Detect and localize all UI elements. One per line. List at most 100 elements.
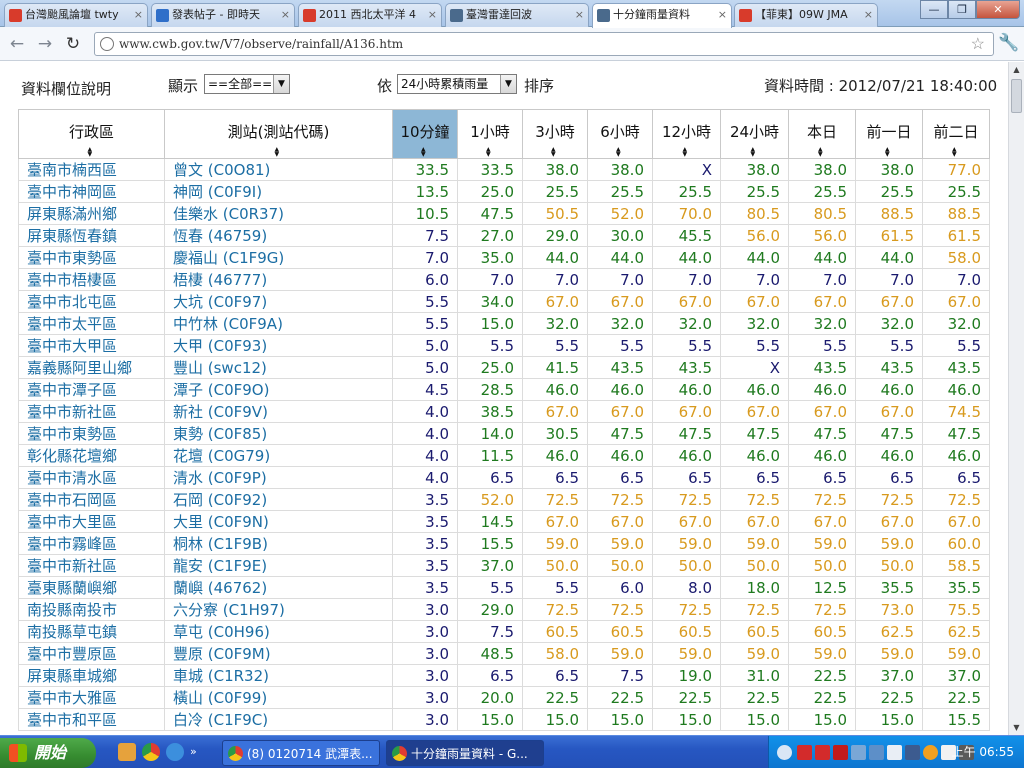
browser-tab[interactable]: 【菲東】09W JMA ×: [734, 3, 878, 27]
browser-tab[interactable]: 十分鐘雨量資料 ×: [592, 3, 732, 28]
district-cell[interactable]: 屏東縣滿州鄉: [18, 202, 165, 225]
district-cell[interactable]: 臺中市梧棲區: [18, 268, 165, 291]
sort-arrows-icon[interactable]: ▲ ▼: [421, 147, 426, 158]
minimize-button[interactable]: —: [920, 0, 948, 19]
station-cell[interactable]: 石岡 (C0F92): [164, 488, 393, 511]
taskbar-button[interactable]: 十分鐘雨量資料 - G...: [386, 740, 544, 766]
station-cell[interactable]: 豐山 (swc12): [164, 356, 393, 379]
district-cell[interactable]: 臺中市潭子區: [18, 378, 165, 401]
station-cell[interactable]: 白冷 (C1F9C): [164, 708, 393, 731]
ati-icon[interactable]: [815, 745, 830, 760]
column-header[interactable]: 6小時 ▲ ▼: [587, 109, 653, 159]
station-cell[interactable]: 車城 (C1R32): [164, 664, 393, 687]
district-cell[interactable]: 屏東縣車城鄉: [18, 664, 165, 687]
station-cell[interactable]: 佳樂水 (C0R37): [164, 202, 393, 225]
tab-close-icon[interactable]: ×: [428, 4, 437, 26]
start-button[interactable]: 開始: [0, 738, 96, 768]
station-cell[interactable]: 梧棲 (46777): [164, 268, 393, 291]
district-cell[interactable]: 嘉義縣阿里山鄉: [18, 356, 165, 379]
scroll-thumb[interactable]: [1011, 79, 1022, 113]
station-cell[interactable]: 大坑 (C0F97): [164, 290, 393, 313]
reload-button[interactable]: ↻: [62, 33, 84, 55]
forward-button[interactable]: →: [34, 33, 56, 55]
station-cell[interactable]: 桐林 (C1F9B): [164, 532, 393, 555]
station-cell[interactable]: 六分寮 (C1H97): [164, 598, 393, 621]
station-cell[interactable]: 大甲 (C0F93): [164, 334, 393, 357]
vertical-scrollbar[interactable]: ▲ ▼: [1008, 62, 1024, 735]
sort-select[interactable]: 24小時累積雨量 ▼: [397, 74, 517, 94]
column-header[interactable]: 行政區 ▲ ▼: [18, 109, 165, 159]
sort-arrows-icon[interactable]: ▲ ▼: [683, 147, 688, 158]
tray-expand-icon[interactable]: [777, 745, 792, 760]
station-cell[interactable]: 大里 (C0F9N): [164, 510, 393, 533]
district-cell[interactable]: 臺中市清水區: [18, 466, 165, 489]
quicklaunch-chrome-icon[interactable]: [142, 743, 160, 761]
station-cell[interactable]: 橫山 (C0F99): [164, 686, 393, 709]
district-cell[interactable]: 臺中市東勢區: [18, 246, 165, 269]
column-header[interactable]: 前一日 ▲ ▼: [855, 109, 923, 159]
sort-arrows-icon[interactable]: ▲ ▼: [885, 147, 890, 158]
district-cell[interactable]: 臺中市大雅區: [18, 686, 165, 709]
district-cell[interactable]: 臺中市石岡區: [18, 488, 165, 511]
sort-arrows-icon[interactable]: ▲ ▼: [818, 147, 823, 158]
sort-arrows-icon[interactable]: ▲ ▼: [275, 147, 280, 158]
scroll-down-icon[interactable]: ▼: [1009, 720, 1024, 735]
network-icon[interactable]: [851, 745, 866, 760]
district-cell[interactable]: 臺中市太平區: [18, 312, 165, 335]
security-icon[interactable]: [869, 745, 884, 760]
station-cell[interactable]: 新社 (C0F9V): [164, 400, 393, 423]
field-legend-link[interactable]: 資料欄位說明: [21, 78, 111, 99]
sort-arrows-icon[interactable]: ▲ ▼: [616, 147, 621, 158]
bookmark-star-icon[interactable]: ☆: [971, 33, 985, 55]
column-header[interactable]: 測站(測站代碼) ▲ ▼: [164, 109, 393, 159]
district-cell[interactable]: 臺中市北屯區: [18, 290, 165, 313]
district-cell[interactable]: 彰化縣花壇鄉: [18, 444, 165, 467]
browser-tab[interactable]: 臺灣雷達回波 ×: [445, 3, 589, 27]
district-cell[interactable]: 臺東縣蘭嶼鄉: [18, 576, 165, 599]
district-cell[interactable]: 臺中市豐原區: [18, 642, 165, 665]
station-cell[interactable]: 曾文 (C0O81): [164, 158, 393, 181]
station-cell[interactable]: 清水 (C0F9P): [164, 466, 393, 489]
station-cell[interactable]: 神岡 (C0F9I): [164, 180, 393, 203]
station-cell[interactable]: 中竹林 (C0F9A): [164, 312, 393, 335]
column-header[interactable]: 1小時 ▲ ▼: [457, 109, 523, 159]
district-cell[interactable]: 臺中市東勢區: [18, 422, 165, 445]
district-cell[interactable]: 南投縣南投市: [18, 598, 165, 621]
district-cell[interactable]: 臺中市神岡區: [18, 180, 165, 203]
district-cell[interactable]: 屏東縣恆春鎮: [18, 224, 165, 247]
column-header[interactable]: 前二日 ▲ ▼: [922, 109, 990, 159]
tab-close-icon[interactable]: ×: [281, 4, 290, 26]
district-cell[interactable]: 臺南市楠西區: [18, 158, 165, 181]
quicklaunch-more-icon[interactable]: »: [190, 743, 202, 761]
station-cell[interactable]: 豐原 (C0F9M): [164, 642, 393, 665]
station-cell[interactable]: 恆春 (46759): [164, 224, 393, 247]
station-cell[interactable]: 草屯 (C0H96): [164, 620, 393, 643]
tab-close-icon[interactable]: ×: [718, 4, 727, 26]
station-cell[interactable]: 慶福山 (C1F9G): [164, 246, 393, 269]
update-icon[interactable]: [923, 745, 938, 760]
quicklaunch-ie-icon[interactable]: [166, 743, 184, 761]
ati-icon[interactable]: [797, 745, 812, 760]
sort-arrows-icon[interactable]: ▲ ▼: [551, 147, 556, 158]
display-icon[interactable]: [905, 745, 920, 760]
station-cell[interactable]: 龍安 (C1F9E): [164, 554, 393, 577]
district-cell[interactable]: 臺中市霧峰區: [18, 532, 165, 555]
station-cell[interactable]: 花壇 (C0G79): [164, 444, 393, 467]
acrobat-icon[interactable]: [833, 745, 848, 760]
district-cell[interactable]: 臺中市大甲區: [18, 334, 165, 357]
station-cell[interactable]: 東勢 (C0F85): [164, 422, 393, 445]
district-cell[interactable]: 臺中市新社區: [18, 554, 165, 577]
column-header[interactable]: 12小時 ▲ ▼: [652, 109, 721, 159]
sort-arrows-icon[interactable]: ▲ ▼: [88, 147, 93, 158]
address-bar[interactable]: www.cwb.gov.tw/V7/observe/rainfall/A136.…: [94, 32, 994, 56]
scroll-up-icon[interactable]: ▲: [1009, 62, 1024, 77]
tab-close-icon[interactable]: ×: [864, 4, 873, 26]
tab-close-icon[interactable]: ×: [134, 4, 143, 26]
browser-tab[interactable]: 發表帖子 - 即時天 ×: [151, 3, 295, 27]
district-cell[interactable]: 臺中市大里區: [18, 510, 165, 533]
restore-button[interactable]: ❐: [948, 0, 976, 19]
wrench-icon[interactable]: 🔧: [998, 33, 1019, 53]
column-header[interactable]: 24小時 ▲ ▼: [720, 109, 789, 159]
back-button[interactable]: ←: [6, 33, 28, 55]
column-header[interactable]: 本日 ▲ ▼: [788, 109, 856, 159]
